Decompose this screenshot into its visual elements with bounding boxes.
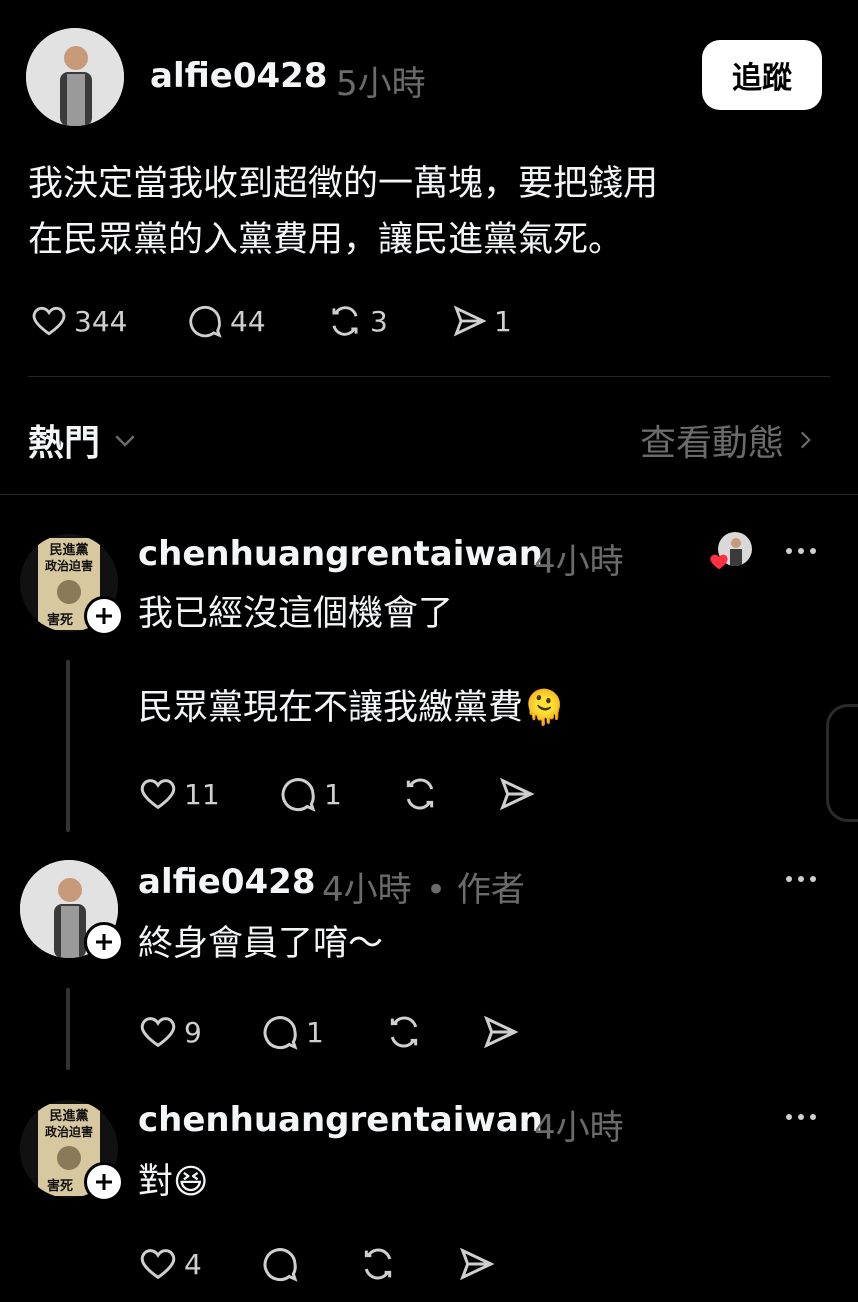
divider xyxy=(0,494,858,495)
comment-icon xyxy=(263,1016,298,1050)
thread-line xyxy=(66,660,70,832)
reply-comment-button[interactable]: 1 xyxy=(260,1012,324,1052)
post-time: 5小時 xyxy=(336,64,426,104)
repost-icon xyxy=(406,778,434,810)
follow-plus-button[interactable] xyxy=(84,596,124,636)
laughing-emoji: 😆 xyxy=(173,1162,209,1202)
share-icon xyxy=(453,305,487,337)
share-icon xyxy=(499,777,535,811)
reply-like-count: 9 xyxy=(184,1015,202,1049)
view-activity-link[interactable]: 查看動態 xyxy=(640,414,818,466)
post-text: 我決定當我收到超徵的一萬塊，要把錢用 在民眾黨的入黨費用，讓民進黨氣死。 xyxy=(28,156,828,268)
reply-like-count: 4 xyxy=(184,1247,202,1281)
more-options-button[interactable] xyxy=(786,548,816,554)
heart-icon xyxy=(140,1017,176,1048)
plus-icon xyxy=(96,934,112,950)
reply-time: 4小時 xyxy=(534,542,624,582)
post-text-line1: 我決定當我收到超徵的一萬塊，要把錢用 xyxy=(28,164,659,204)
heart-icon xyxy=(32,306,66,336)
chevron-right-icon xyxy=(800,431,811,449)
reply-time: 4小時 xyxy=(534,1108,624,1148)
share-icon xyxy=(459,1247,495,1281)
sort-dropdown[interactable]: 熱門 xyxy=(28,414,140,466)
reply-repost-button[interactable] xyxy=(400,774,440,814)
thread-line xyxy=(66,988,70,1070)
sort-label: 熱門 xyxy=(28,423,101,464)
reply-text-2: 民眾黨現在不讓我繳黨費 🫠 xyxy=(138,680,565,736)
reply-time: 4小時 xyxy=(322,870,412,910)
repost-icon xyxy=(390,1016,418,1048)
follow-button[interactable]: 追蹤 xyxy=(702,40,822,110)
follow-button-label: 追蹤 xyxy=(732,61,792,96)
heart-filled-icon xyxy=(710,554,728,570)
comment-icon xyxy=(263,1248,298,1282)
comment-icon xyxy=(189,305,222,338)
poster-text: 民進黨 xyxy=(49,1108,88,1124)
reply-text: 我已經沒這個機會了 xyxy=(138,594,454,634)
reply-share-button[interactable] xyxy=(480,1012,520,1052)
reply-like-button[interactable]: 11 xyxy=(138,774,220,814)
more-options-button[interactable] xyxy=(786,1114,816,1120)
post-repost-button[interactable]: 3 xyxy=(326,302,388,340)
plus-icon xyxy=(96,1174,112,1190)
poster-text: 政治迫害 xyxy=(45,558,93,573)
post-comment-button[interactable]: 44 xyxy=(186,302,266,340)
poster-text: 政治迫害 xyxy=(45,1124,93,1139)
post-author-avatar[interactable] xyxy=(26,28,124,126)
reply-share-button[interactable] xyxy=(456,1244,496,1284)
reply-repost-button[interactable] xyxy=(358,1244,398,1284)
post-like-count: 344 xyxy=(74,304,128,338)
share-icon xyxy=(483,1015,519,1049)
reply-username[interactable]: chenhuangrentaiwan xyxy=(138,1100,543,1140)
reply-share-button[interactable] xyxy=(496,774,536,814)
reply-like-button[interactable]: 9 xyxy=(138,1012,202,1052)
poster-text: 民進黨 xyxy=(49,542,88,558)
reply-text-content: 對 xyxy=(138,1162,174,1202)
post-share-button[interactable]: 1 xyxy=(450,302,512,340)
follow-plus-button[interactable] xyxy=(84,922,124,962)
poster-text: 害死 xyxy=(47,1178,73,1194)
reply-text-2-content: 民眾黨現在不讓我繳黨費 xyxy=(138,688,524,728)
post-like-button[interactable]: 344 xyxy=(30,302,127,340)
post-comment-count: 44 xyxy=(230,304,266,338)
reply-like-count: 11 xyxy=(184,777,220,811)
reply-comment-button[interactable] xyxy=(260,1244,300,1284)
reply-username[interactable]: chenhuangrentaiwan xyxy=(138,534,543,574)
reply-comment-count: 1 xyxy=(306,1015,324,1049)
melting-face-emoji: 🫠 xyxy=(523,688,566,728)
heart-icon xyxy=(140,779,176,810)
reply-comment-button[interactable]: 1 xyxy=(278,774,342,814)
reply-comment-count: 1 xyxy=(324,777,342,811)
heart-icon xyxy=(140,1249,176,1280)
view-activity-label: 查看動態 xyxy=(639,423,784,464)
author-liked-indicator xyxy=(708,532,754,572)
reply-username[interactable]: alfie0428 xyxy=(138,862,316,902)
divider xyxy=(28,376,830,377)
poster-text: 害死 xyxy=(47,612,73,628)
reply-like-button[interactable]: 4 xyxy=(138,1244,202,1284)
author-tag: • 作者 xyxy=(426,870,525,910)
post-text-line2: 在民眾黨的入黨費用，讓民進黨氣死。 xyxy=(28,220,624,260)
post-repost-count: 3 xyxy=(370,304,388,338)
reply-repost-button[interactable] xyxy=(384,1012,424,1052)
plus-icon xyxy=(96,608,112,624)
more-options-button[interactable] xyxy=(786,876,816,882)
reply-text: 對 😆 xyxy=(138,1154,208,1210)
scroll-handle[interactable] xyxy=(826,704,858,822)
post-username[interactable]: alfie0428 xyxy=(150,56,328,96)
post-share-count: 1 xyxy=(494,304,512,338)
comment-icon xyxy=(281,778,316,812)
follow-plus-button[interactable] xyxy=(84,1162,124,1202)
reply-text: 終身會員了唷～ xyxy=(138,924,384,964)
repost-icon xyxy=(364,1248,392,1280)
chevron-down-icon xyxy=(115,435,135,447)
repost-icon xyxy=(332,306,358,336)
